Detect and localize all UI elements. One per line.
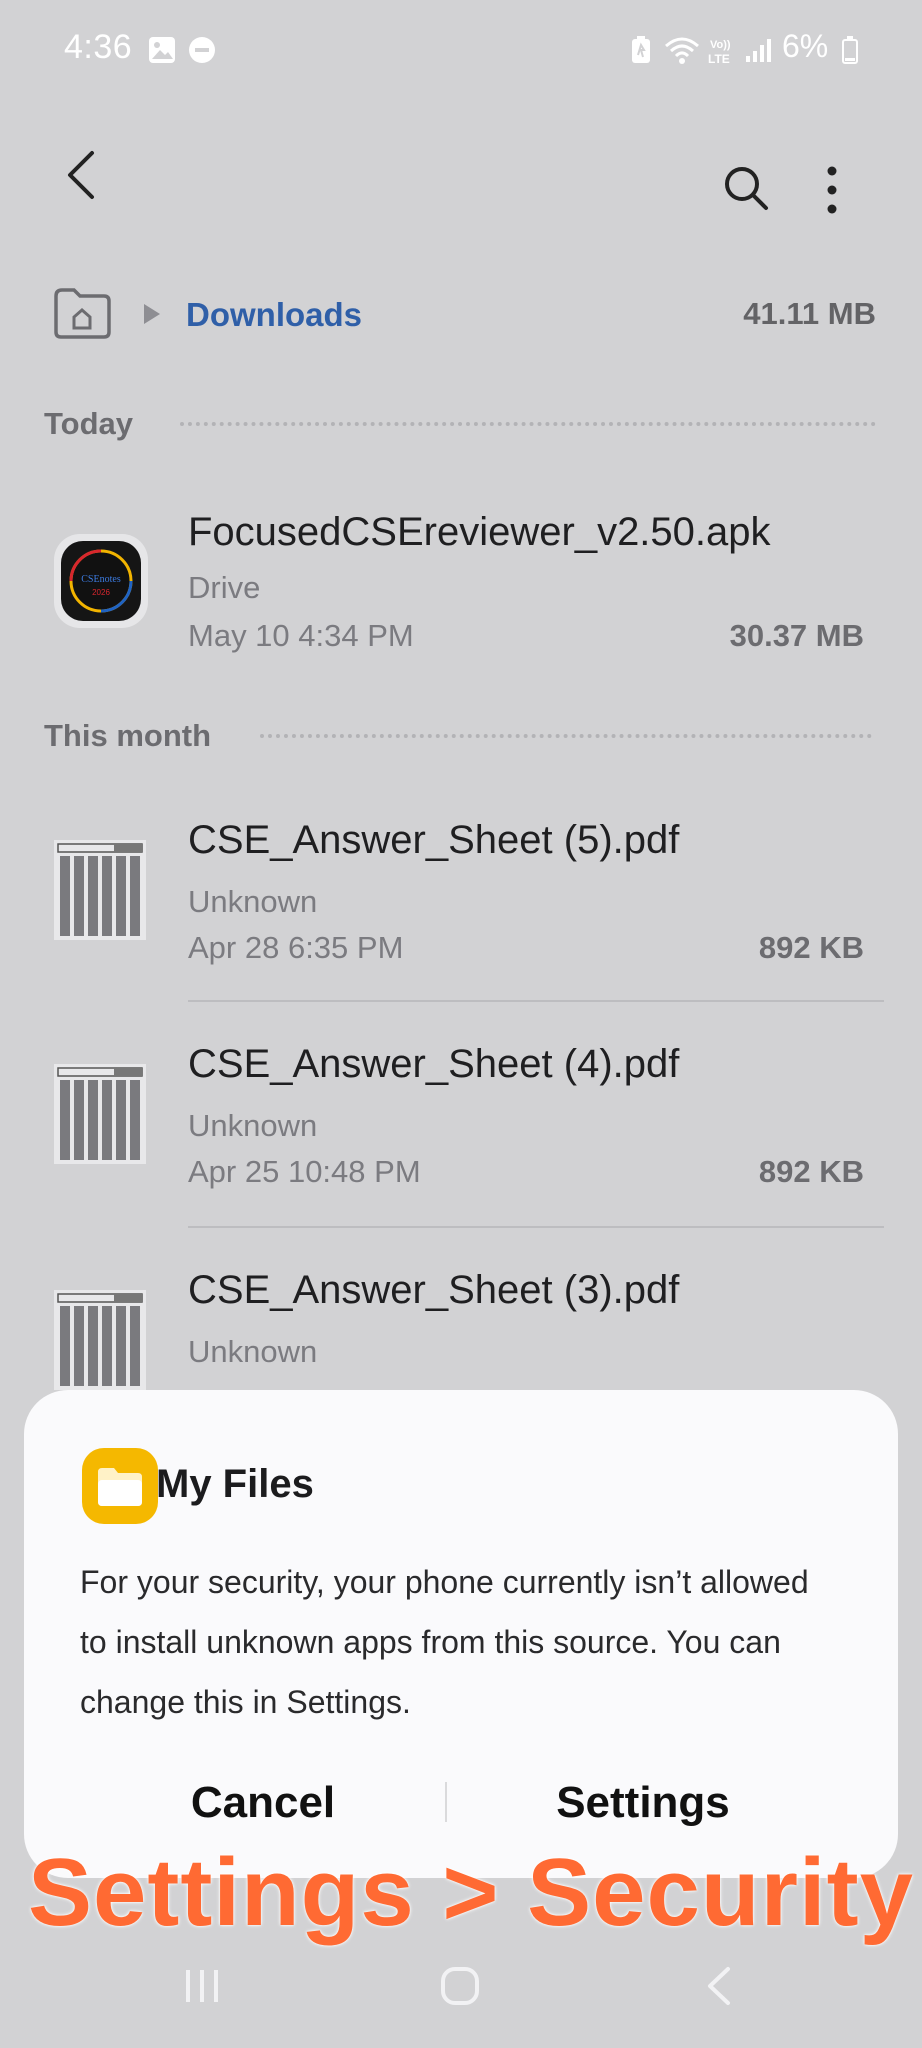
file-name: FocusedCSEreviewer_v2.50.apk: [188, 510, 771, 554]
back-arrow-icon[interactable]: [64, 150, 98, 200]
file-source: Unknown: [188, 1108, 318, 1143]
section-title-this-month: This month: [44, 718, 212, 753]
file-name: CSE_Answer_Sheet (5).pdf: [188, 818, 680, 862]
file-source: Drive: [188, 570, 261, 605]
signal-icon: [746, 39, 771, 62]
pdf-thumbnail-icon: [54, 1064, 146, 1164]
status-time: 4:36: [64, 28, 133, 66]
section-title-today: Today: [44, 406, 133, 441]
section-divider: [180, 422, 876, 426]
file-date: Apr 25 10:48 PM: [188, 1154, 421, 1189]
wifi-icon: [665, 37, 699, 64]
button-divider: [445, 1782, 447, 1822]
recents-icon[interactable]: [182, 1966, 222, 2006]
dialog-title: My Files: [156, 1462, 314, 1506]
list-item[interactable]: CSE_Answer_Sheet (5).pdf Unknown Apr 28 …: [0, 800, 922, 1000]
app-icon: CSEnotes 2026: [54, 534, 148, 628]
image-icon: [149, 37, 175, 63]
battery-charging-icon: [842, 36, 858, 64]
pdf-thumbnail-icon: [54, 1290, 146, 1390]
file-date: Apr 28 6:35 PM: [188, 930, 404, 965]
file-name: CSE_Answer_Sheet (3).pdf: [188, 1268, 680, 1312]
file-size: 892 KB: [758, 930, 864, 965]
section-divider: [260, 734, 872, 738]
settings-button[interactable]: Settings: [470, 1778, 816, 1828]
pdf-thumbnail-icon: [54, 840, 146, 940]
cancel-button[interactable]: Cancel: [90, 1778, 436, 1828]
overlay-caption: Settings > Security: [28, 1839, 914, 1946]
file-source: Unknown: [188, 1334, 318, 1369]
list-item[interactable]: CSE_Answer_Sheet (4).pdf Unknown Apr 25 …: [0, 1024, 922, 1224]
battery-saver-icon: [632, 36, 650, 63]
do-not-disturb-icon: [189, 37, 215, 63]
search-icon[interactable]: [722, 164, 770, 212]
list-divider: [188, 1226, 884, 1228]
apk-icon-year: 2026: [92, 588, 110, 597]
back-icon[interactable]: [704, 1966, 734, 2006]
volte-lte-icon: Vo)) LTE: [708, 39, 731, 66]
storage-size: 41.11 MB: [743, 296, 876, 331]
apk-icon-brand: CSEnotes: [81, 574, 121, 585]
file-source: Unknown: [188, 884, 318, 919]
breadcrumb-downloads[interactable]: Downloads: [186, 296, 362, 334]
dialog-message: For your security, your phone currently …: [80, 1564, 809, 1720]
list-item[interactable]: CSEnotes 2026 FocusedCSEreviewer_v2.50.a…: [0, 480, 922, 660]
home-icon[interactable]: [440, 1966, 480, 2006]
list-divider: [188, 1000, 884, 1002]
svg-text:LTE: LTE: [708, 52, 730, 66]
battery-percentage: 6%: [782, 28, 829, 64]
file-name: CSE_Answer_Sheet (4).pdf: [188, 1042, 680, 1086]
my-files-folder-icon: [82, 1448, 158, 1524]
svg-text:Vo)): Vo)): [710, 39, 731, 51]
home-folder-icon[interactable]: [52, 286, 112, 340]
more-options-icon[interactable]: [826, 166, 838, 214]
file-size: 30.37 MB: [729, 618, 864, 653]
file-size: 892 KB: [758, 1154, 864, 1189]
file-date: May 10 4:34 PM: [188, 618, 414, 653]
breadcrumb-chevron-icon: [144, 304, 160, 324]
